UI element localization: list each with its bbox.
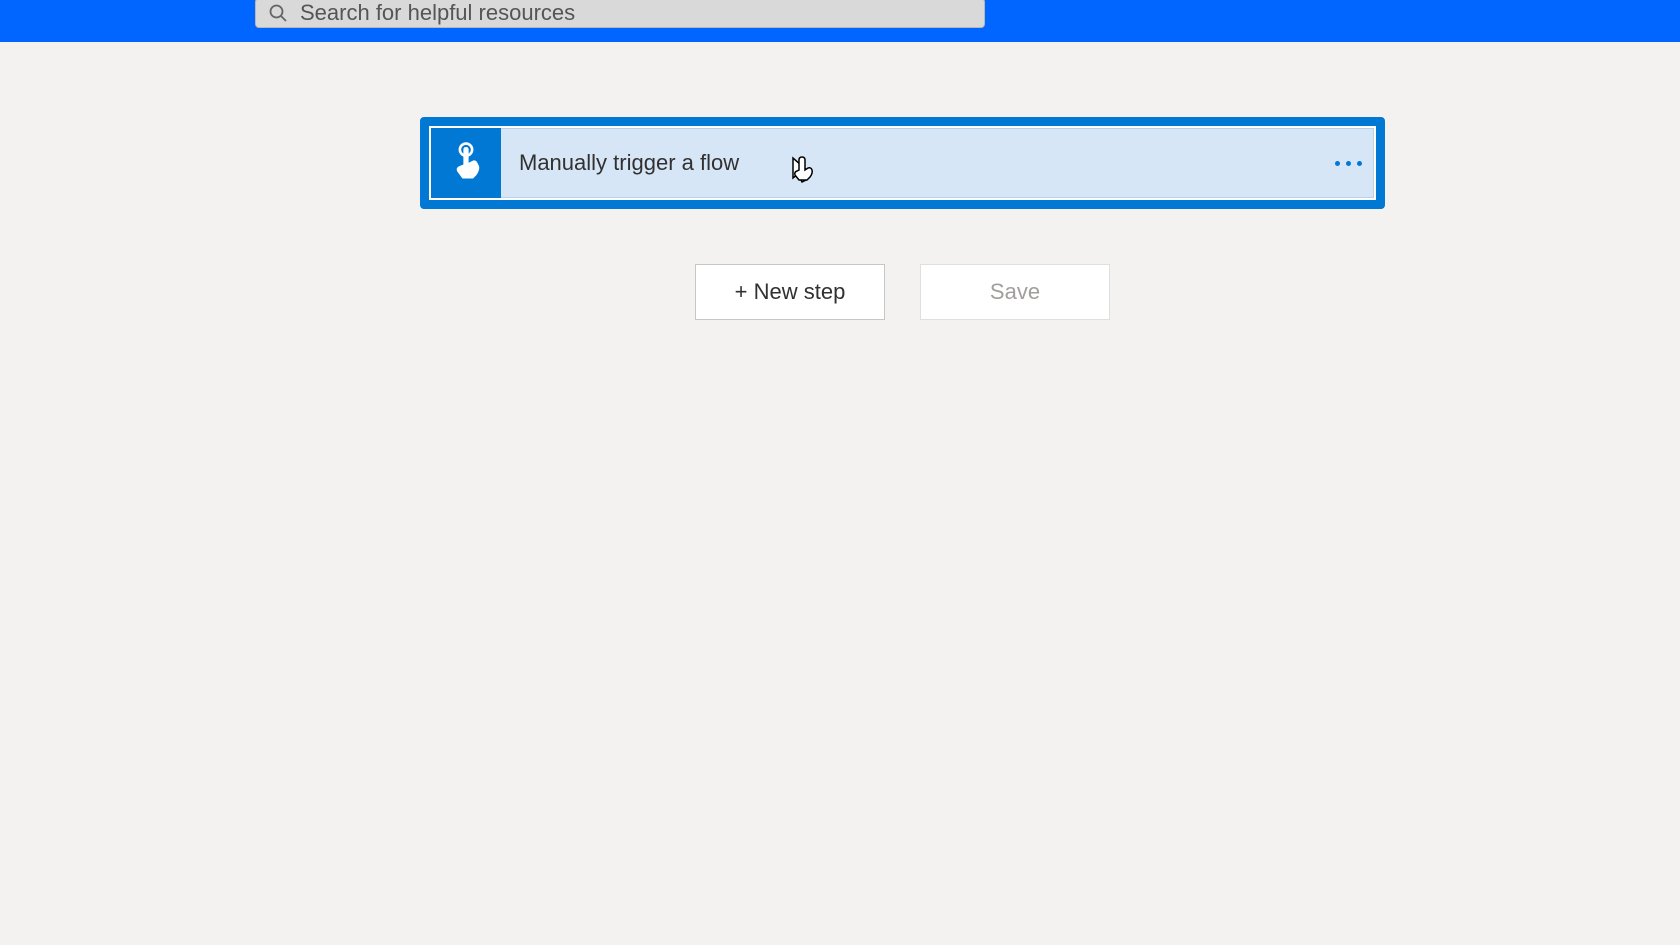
trigger-icon-box [431,128,501,198]
touch-icon [445,140,487,187]
trigger-inner: Manually trigger a flow [431,128,1374,198]
action-buttons: + New step Save [695,264,1110,320]
ellipsis-icon [1335,161,1362,166]
search-icon [268,3,288,23]
search-input[interactable] [300,0,972,26]
search-box[interactable] [255,0,985,28]
new-step-button[interactable]: + New step [695,264,885,320]
flow-canvas: Manually trigger a flow + New step Save [0,42,1680,320]
trigger-title: Manually trigger a flow [501,150,1323,176]
top-bar [0,0,1680,42]
save-button[interactable]: Save [920,264,1110,320]
trigger-more-menu[interactable] [1323,129,1373,197]
trigger-card[interactable]: Manually trigger a flow [420,117,1385,209]
